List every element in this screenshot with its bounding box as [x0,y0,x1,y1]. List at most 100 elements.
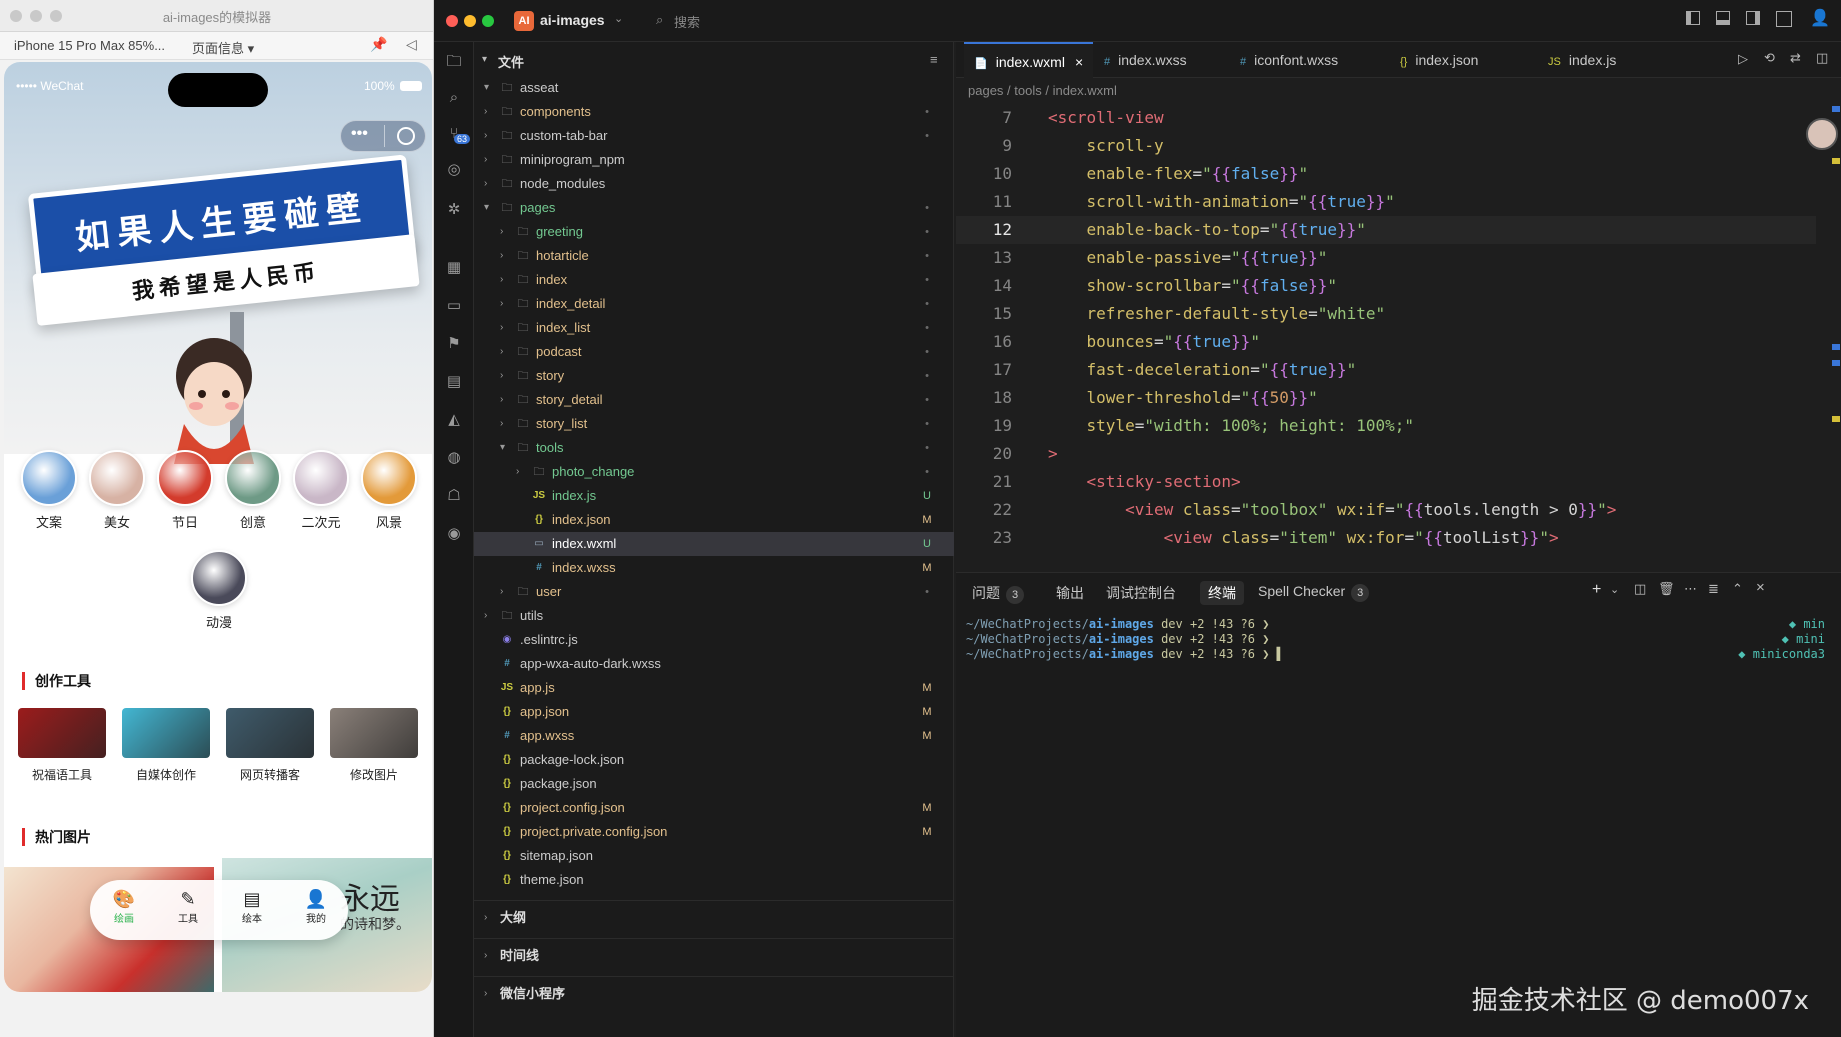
bug-icon[interactable]: ✲ [442,198,466,222]
outline-section-header[interactable]: › 时间线 [474,938,954,972]
panel-tab[interactable]: Spell Checker 3 [1258,583,1370,602]
tree-folder[interactable]: › 🗀 greeting • [474,220,954,244]
layout-icon[interactable] [1776,11,1792,27]
panel-tab[interactable]: 输出 [1056,583,1084,603]
tree-file[interactable]: JS app.js M [474,676,954,700]
tool-item[interactable]: 祝福语工具 [18,708,106,783]
tool-item[interactable]: 修改图片 [330,708,418,783]
minimize-window-button[interactable] [464,15,476,27]
preview-icon[interactable]: ▭ [442,294,466,318]
tree-folder[interactable]: › 🗀 photo_change • [474,460,954,484]
close-miniprogram-icon[interactable] [397,127,415,145]
tree-file[interactable]: JS index.js U [474,484,954,508]
tree-folder[interactable]: › 🗀 components • [474,100,954,124]
more-icon[interactable]: ⋯ [1684,581,1697,597]
tab-index-wxml[interactable]: 📄 index.wxml × [964,42,1094,78]
outline-section-header[interactable]: › 大纲 [474,900,954,934]
outline-section-header[interactable]: › 微信小程序 [474,976,954,1010]
tree-file[interactable]: {} sitemap.json [474,844,954,868]
extensions-icon[interactable]: ▦ [442,256,466,280]
explorer-filter-icon[interactable]: ≡ [930,52,938,67]
tree-folder[interactable]: › 🗀 index_list • [474,316,954,340]
close-icon[interactable]: × [1075,54,1083,70]
toggle-sidebar-icon[interactable] [1686,11,1700,25]
search-icon[interactable]: ⌕ [656,12,663,28]
pin-icon[interactable]: 📌 [370,36,387,53]
docker-icon[interactable]: ◭ [442,408,466,432]
tree-folder[interactable]: › 🗀 custom-tab-bar • [474,124,954,148]
code-line[interactable]: 12 enable-back-to-top="{{true}}" [956,216,1816,244]
json-icon[interactable]: ◉ [442,522,466,546]
tab-index-json[interactable]: {} index.json [1390,42,1488,78]
avatar[interactable] [1806,118,1838,150]
chevron-down-icon[interactable]: ⌄ [614,12,623,25]
new-terminal-icon[interactable]: + [1592,581,1601,599]
tab-index-js[interactable]: JS index.js [1538,42,1626,78]
panel-tab[interactable]: 问题 3 [972,583,1024,604]
code-line[interactable]: 14 show-scrollbar="{{false}}" [956,272,1816,300]
split-editor-icon[interactable]: ◫ [1816,50,1828,66]
tab-4[interactable]: 👤 我的 [286,888,346,925]
tree-folder[interactable]: ▾ 🗀 pages • [474,196,954,220]
code-line[interactable]: 11 scroll-with-animation="{{true}}" [956,188,1816,216]
tree-folder[interactable]: › 🗀 story_list • [474,412,954,436]
code-line[interactable]: 10 enable-flex="{{false}}" [956,160,1816,188]
search-input[interactable]: 搜索 [674,12,700,31]
tree-file[interactable]: {} theme.json [474,868,954,892]
explorer-title[interactable]: 文件 [498,52,524,71]
breadcrumb-item[interactable]: index.wxml [1053,83,1117,98]
tree-folder[interactable]: › 🗀 index • [474,268,954,292]
toggle-panel-icon[interactable] [1716,11,1730,25]
tree-file[interactable]: ◉ .eslintrc.js [474,628,954,652]
tree-folder[interactable]: › 🗀 utils [474,604,954,628]
sound-icon[interactable]: ◁ [406,36,417,53]
code-line[interactable]: 13 enable-passive="{{true}}" [956,244,1816,272]
tree-file[interactable]: {} package.json [474,772,954,796]
tool-item[interactable]: 网页转播客 [226,708,314,783]
tab-iconfont-wxss[interactable]: # iconfont.wxss [1230,42,1348,78]
code-line[interactable]: 16 bounces="{{true}}" [956,328,1816,356]
tab-3[interactable]: ▤ 绘本 [222,888,282,925]
zoom-window-button[interactable] [482,15,494,27]
close-panel-icon[interactable]: × [1756,579,1765,596]
tree-file[interactable]: {} project.private.config.json M [474,820,954,844]
tab-1[interactable]: 🎨 绘画 [94,888,154,925]
history-icon[interactable]: ⟲ [1764,50,1775,66]
maximize-panel-icon[interactable]: ⌃ [1732,581,1743,597]
tree-file[interactable]: # index.wxss M [474,556,954,580]
code-line[interactable]: 9 scroll-y [956,132,1816,160]
tree-file[interactable]: # app-wxa-auto-dark.wxss [474,652,954,676]
code-line[interactable]: 18 lower-threshold="{{50}}" [956,384,1816,412]
run-icon[interactable]: ▷ [1738,51,1748,67]
category-item[interactable]: 风景 [358,450,420,531]
tab-2[interactable]: ✎ 工具 [158,888,218,925]
category-item[interactable]: 创意 [222,450,284,531]
tree-file[interactable]: {} package-lock.json [474,748,954,772]
remote-icon[interactable]: ◍ [442,446,466,470]
category-item[interactable]: 二次元 [290,450,352,531]
tree-folder[interactable]: › 🗀 story_detail • [474,388,954,412]
tool-item[interactable]: 自媒体创作 [122,708,210,783]
bookmark-icon[interactable]: ⚑ [442,332,466,356]
category-item[interactable]: 美女 [86,450,148,531]
code-line[interactable]: 22 <view class="toolbox" wx:if="{{tools.… [956,496,1816,524]
category-item[interactable]: 动漫 [188,550,250,631]
tree-file[interactable]: ▭ index.wxml U [474,532,954,556]
toggle-secondary-sidebar-icon[interactable] [1746,11,1760,25]
code-line[interactable]: 19 style="width: 100%; height: 100%;" [956,412,1816,440]
tree-folder[interactable]: › 🗀 user • [474,580,954,604]
explorer-icon[interactable]: 🗀 [442,50,466,74]
category-item[interactable]: 节日 [154,450,216,531]
panel-tab[interactable]: 调试控制台 [1106,583,1176,603]
split-terminal-icon[interactable]: ◫ [1634,581,1646,597]
category-item[interactable]: 文案 [18,450,80,531]
code-line[interactable]: 17 fast-deceleration="{{true}}" [956,356,1816,384]
device-selector[interactable]: iPhone 15 Pro Max 85%... [14,38,165,53]
tree-folder[interactable]: › 🗀 hotarticle • [474,244,954,268]
tree-file[interactable]: {} project.config.json M [474,796,954,820]
chevron-down-icon[interactable]: ▾ [482,54,487,65]
robot-icon[interactable]: ☖ [442,484,466,508]
panel-tab[interactable]: 终端 [1200,581,1244,605]
tree-file[interactable]: {} index.json M [474,508,954,532]
compare-icon[interactable]: ⇄ [1790,50,1801,66]
